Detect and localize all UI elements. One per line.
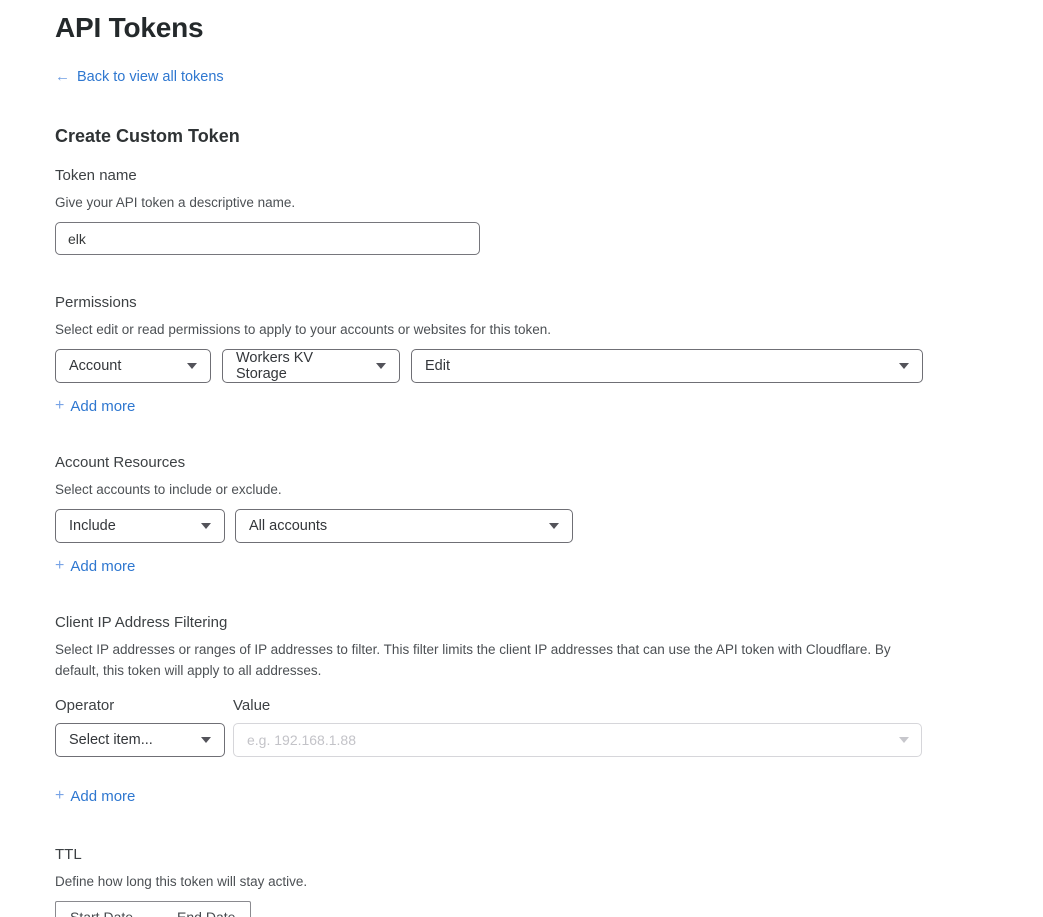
token-name-input[interactable]: [55, 222, 480, 255]
chevron-down-icon: [187, 363, 197, 369]
back-to-tokens-link[interactable]: ← Back to view all tokens: [55, 68, 224, 85]
chevron-down-icon: [549, 523, 559, 529]
permissions-add-more-link[interactable]: + Add more: [55, 397, 135, 415]
chevron-down-icon: [201, 737, 211, 743]
chevron-down-icon: [899, 363, 909, 369]
add-more-label: Add more: [70, 398, 135, 415]
plus-icon: +: [55, 557, 64, 575]
account-resources-row: Include All accounts: [55, 509, 1043, 543]
token-name-label: Token name: [55, 167, 1043, 184]
ip-filtering-help: Select IP addresses or ranges of IP addr…: [55, 639, 913, 681]
page-title: API Tokens: [55, 10, 1043, 46]
permission-access-select[interactable]: Edit: [411, 349, 923, 383]
plus-icon: +: [55, 787, 64, 805]
ip-filtering-add-more-link[interactable]: + Add more: [55, 787, 135, 805]
operator-value: Select item...: [69, 732, 153, 748]
permission-category-select[interactable]: Workers KV Storage: [222, 349, 400, 383]
ip-value-input[interactable]: [233, 723, 922, 757]
ip-filtering-row: Operator Select item... Value: [55, 697, 1043, 757]
account-selection-select[interactable]: All accounts: [235, 509, 573, 543]
chevron-down-icon: [201, 523, 211, 529]
permissions-label: Permissions: [55, 294, 1043, 311]
permission-category-value: Workers KV Storage: [236, 350, 366, 382]
ip-value-combobox: [233, 723, 922, 757]
account-resources-label: Account Resources: [55, 454, 1043, 471]
permissions-row: Account Workers KV Storage Edit: [55, 349, 1043, 383]
plus-icon: +: [55, 397, 64, 415]
permission-access-value: Edit: [425, 358, 450, 374]
end-date-field[interactable]: End Date: [177, 909, 235, 917]
create-custom-token-heading: Create Custom Token: [55, 126, 1043, 147]
operator-column: Operator Select item...: [55, 697, 225, 757]
account-include-value: Include: [69, 518, 116, 534]
account-resources-help: Select accounts to include or exclude.: [55, 479, 1043, 500]
permission-scope-select[interactable]: Account: [55, 349, 211, 383]
value-column: Value: [233, 697, 922, 757]
value-label: Value: [233, 697, 922, 714]
arrow-right-icon: →: [148, 909, 162, 917]
operator-select[interactable]: Select item...: [55, 723, 225, 757]
ttl-date-range-picker[interactable]: Start Date → End Date: [55, 901, 251, 917]
back-arrow-icon: ←: [55, 68, 70, 85]
chevron-down-icon: [899, 737, 909, 743]
permission-scope-value: Account: [69, 358, 121, 374]
account-include-select[interactable]: Include: [55, 509, 225, 543]
ttl-label: TTL: [55, 846, 1043, 863]
ttl-help: Define how long this token will stay act…: [55, 871, 1043, 892]
token-name-help: Give your API token a descriptive name.: [55, 192, 1043, 213]
ip-filtering-label: Client IP Address Filtering: [55, 614, 1043, 631]
api-tokens-page: API Tokens ← Back to view all tokens Cre…: [0, 0, 1043, 917]
back-link-label: Back to view all tokens: [77, 69, 224, 85]
operator-label: Operator: [55, 697, 225, 714]
chevron-down-icon: [376, 363, 386, 369]
add-more-label: Add more: [70, 788, 135, 805]
account-selection-value: All accounts: [249, 518, 327, 534]
permissions-help: Select edit or read permissions to apply…: [55, 319, 1043, 340]
add-more-label: Add more: [70, 558, 135, 575]
account-resources-add-more-link[interactable]: + Add more: [55, 557, 135, 575]
start-date-field[interactable]: Start Date: [70, 909, 133, 917]
